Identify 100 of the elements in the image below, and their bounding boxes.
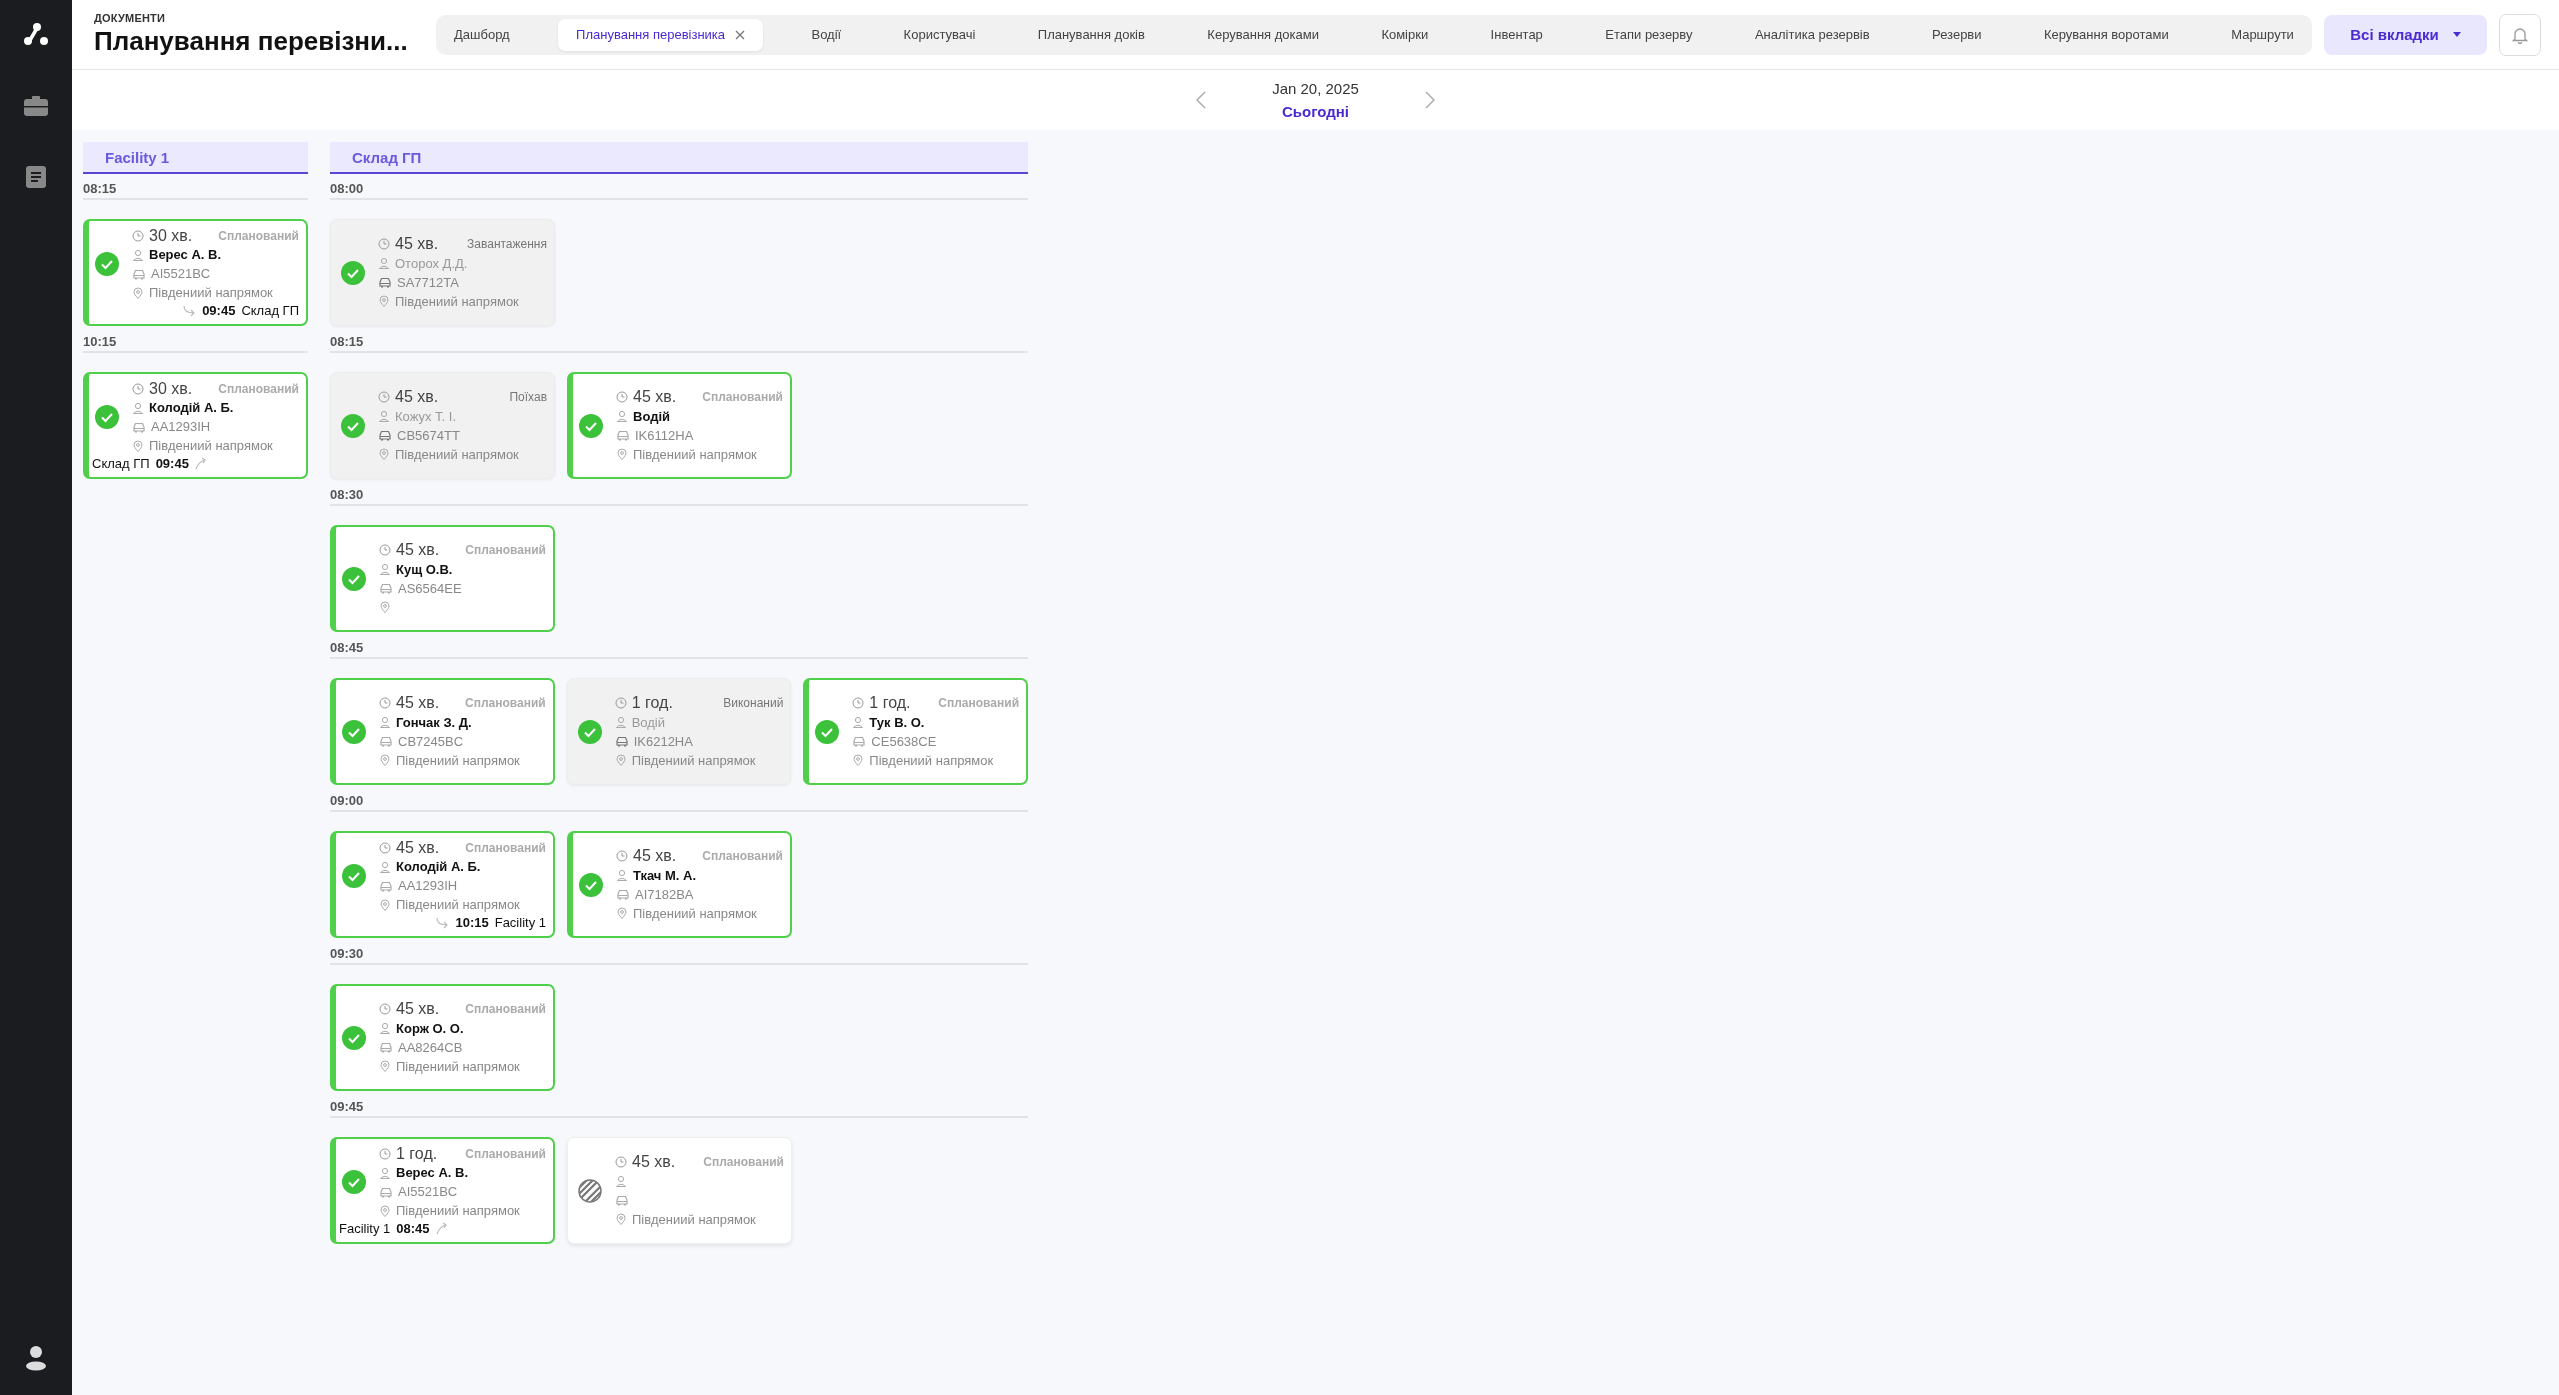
booking-card[interactable]: 45 хв. Спланований Південиий напрямок	[567, 1137, 792, 1244]
driver-name: Гончак З. Д.	[396, 714, 472, 730]
booking-card[interactable]: 1 год. Спланований Тук В. О. CE5638CE Південиий напрямок	[803, 678, 1028, 785]
driver-name: Оторох Д.Д.	[395, 255, 468, 271]
tab[interactable]: Аналітика резервів	[1740, 18, 1884, 51]
person-icon	[852, 716, 865, 728]
car-icon	[132, 420, 146, 433]
pin-icon	[378, 295, 390, 307]
status-label: Спланований	[938, 696, 1019, 710]
duration: 45 хв.	[396, 838, 440, 857]
person-icon	[616, 410, 628, 422]
status-label: Поїхав	[509, 390, 547, 404]
clock-icon	[615, 1156, 627, 1168]
pin-icon	[132, 286, 144, 299]
status-label: Виконаний	[723, 696, 784, 710]
plate-number: AA1293IH	[398, 878, 458, 893]
driver-name: Водій	[633, 408, 670, 424]
briefcase-icon[interactable]	[24, 96, 48, 116]
status-label: Спланований	[702, 390, 783, 404]
pin-icon	[616, 448, 628, 460]
booking-card[interactable]: 45 хв. Спланований Колодій А. Б. AA1293IH Південиий напрямок 10:15 Facility 1	[330, 831, 555, 938]
transfer-time: 10:15	[455, 915, 489, 930]
clock-icon	[379, 1003, 391, 1015]
car-icon	[378, 429, 392, 441]
booking-card[interactable]: 1 год. Спланований Верес А. В. AI5521BC Південиий напрямок Facility 1 08:45	[330, 1137, 555, 1244]
tab[interactable]: Дашборд	[440, 18, 524, 51]
plate-number: CB7245BC	[398, 733, 464, 749]
pin-icon	[616, 907, 628, 919]
booking-card[interactable]: 30 хв. Спланований Колодій А. Б. AA1293IH Південиий напрямок Склад ГП 09:45	[83, 372, 308, 479]
duration: 1 год.	[631, 694, 673, 712]
status-label: Спланований	[703, 1155, 784, 1169]
status-label: Спланований	[702, 849, 783, 863]
duration: 45 хв.	[395, 388, 439, 406]
booking-card[interactable]: 45 хв. Поїхав Кожух Т. І. CB5674TT Південиий напрямок	[330, 372, 555, 479]
duration: 45 хв.	[633, 388, 677, 406]
plate-number: AI5521BC	[151, 266, 211, 281]
direction: Південиий напрямок	[631, 752, 756, 768]
duration: 1 год.	[869, 694, 911, 712]
duration: 45 хв.	[396, 541, 440, 559]
direction: Південиий напрямок	[633, 446, 757, 462]
plate-number: IK6112HA	[635, 427, 694, 443]
car-icon	[378, 276, 392, 288]
tab[interactable]: Керування доками	[1193, 18, 1333, 51]
duration: 45 хв.	[396, 694, 440, 712]
duration: 45 хв.	[632, 1153, 676, 1171]
time-label: 09:30	[330, 943, 1028, 965]
booking-card[interactable]: 45 хв. Завантаження Оторох Д.Д. SA7712TA Південиий напрямок	[330, 219, 555, 326]
time-label: 09:45	[330, 1096, 1028, 1118]
status-label: Спланований	[465, 696, 546, 710]
plate-number: IK6212HA	[633, 733, 693, 749]
tab[interactable]: Інвентар	[1476, 18, 1557, 51]
duration: 45 хв.	[396, 1000, 440, 1018]
booking-card[interactable]: 45 хв. Спланований Корж О. О. AA8264CB Південиий напрямок	[330, 984, 555, 1091]
booking-card[interactable]: 45 хв. Спланований Ткач М. А. AI7182BA Південиий напрямок	[567, 831, 792, 938]
status-label: Спланований	[465, 840, 546, 855]
clock-icon	[378, 238, 390, 250]
tab[interactable]: Планування доків	[1023, 18, 1159, 51]
direction: Південиий напрямок	[396, 752, 520, 768]
direction: Південиий напрямок	[633, 905, 757, 921]
status-label: Спланований	[465, 1146, 546, 1161]
driver-name: Ткач М. А.	[633, 867, 697, 883]
today-link[interactable]: Сьогодні	[1282, 103, 1349, 120]
document-icon[interactable]	[26, 166, 46, 188]
car-icon	[379, 879, 393, 892]
tab[interactable]: Водії	[797, 18, 856, 51]
logo-icon[interactable]	[23, 22, 49, 46]
plate-number: CE5638CE	[871, 733, 937, 749]
column-header: Склад ГП	[330, 142, 1028, 174]
status-label: Спланований	[465, 1002, 546, 1016]
clock-icon	[379, 544, 391, 556]
car-icon	[379, 735, 393, 747]
time-label: 09:00	[330, 790, 1028, 812]
direction: Південиий напрямок	[632, 1211, 756, 1227]
tab[interactable]: Етапи резерву	[1591, 18, 1707, 51]
car-icon	[379, 1185, 393, 1198]
booking-card[interactable]: 45 хв. Спланований Кущ О.В. AS6564EE	[330, 525, 555, 632]
tab[interactable]: Керування воротами	[2029, 18, 2183, 51]
all-tabs-button[interactable]: Всі вкладки	[2324, 14, 2487, 55]
clock-icon	[379, 697, 391, 709]
direction: Південиий напрямок	[149, 438, 273, 453]
transfer-time: 09:45	[202, 303, 236, 318]
booking-card[interactable]: 45 хв. Спланований Водій IK6112HA Південиий напрямок	[567, 372, 792, 479]
pin-icon	[614, 754, 627, 766]
driver-name: Колодій А. Б.	[149, 400, 234, 415]
tab[interactable]: Комірки	[1367, 18, 1443, 51]
booking-card[interactable]: 30 хв. Спланований Верес А. В. AI5521BC Південиий напрямок 09:45 Склад ГП	[83, 219, 308, 326]
status-label: Спланований	[465, 543, 546, 557]
pin-icon	[379, 601, 391, 613]
booking-card[interactable]: 1 год. Виконаний Водій IK6212HA Південиий напрямок	[566, 678, 792, 785]
booking-card[interactable]: 45 хв. Спланований Гончак З. Д. CB7245BC Південиий напрямок	[330, 678, 555, 785]
user-icon[interactable]	[25, 1345, 47, 1371]
column-header: Facility 1	[83, 142, 308, 174]
time-label: 08:15	[83, 178, 308, 200]
transfer-place: Facility 1	[494, 915, 546, 930]
plate-number: CB5674TT	[397, 427, 460, 443]
tab[interactable]: Планування перевізника	[558, 18, 764, 51]
tab[interactable]: Користувачі	[889, 18, 990, 51]
driver-name: Кожух Т. І.	[395, 408, 457, 424]
tab[interactable]: Резерви	[1918, 18, 1996, 51]
tab[interactable]: Маршрути	[2217, 18, 2308, 51]
